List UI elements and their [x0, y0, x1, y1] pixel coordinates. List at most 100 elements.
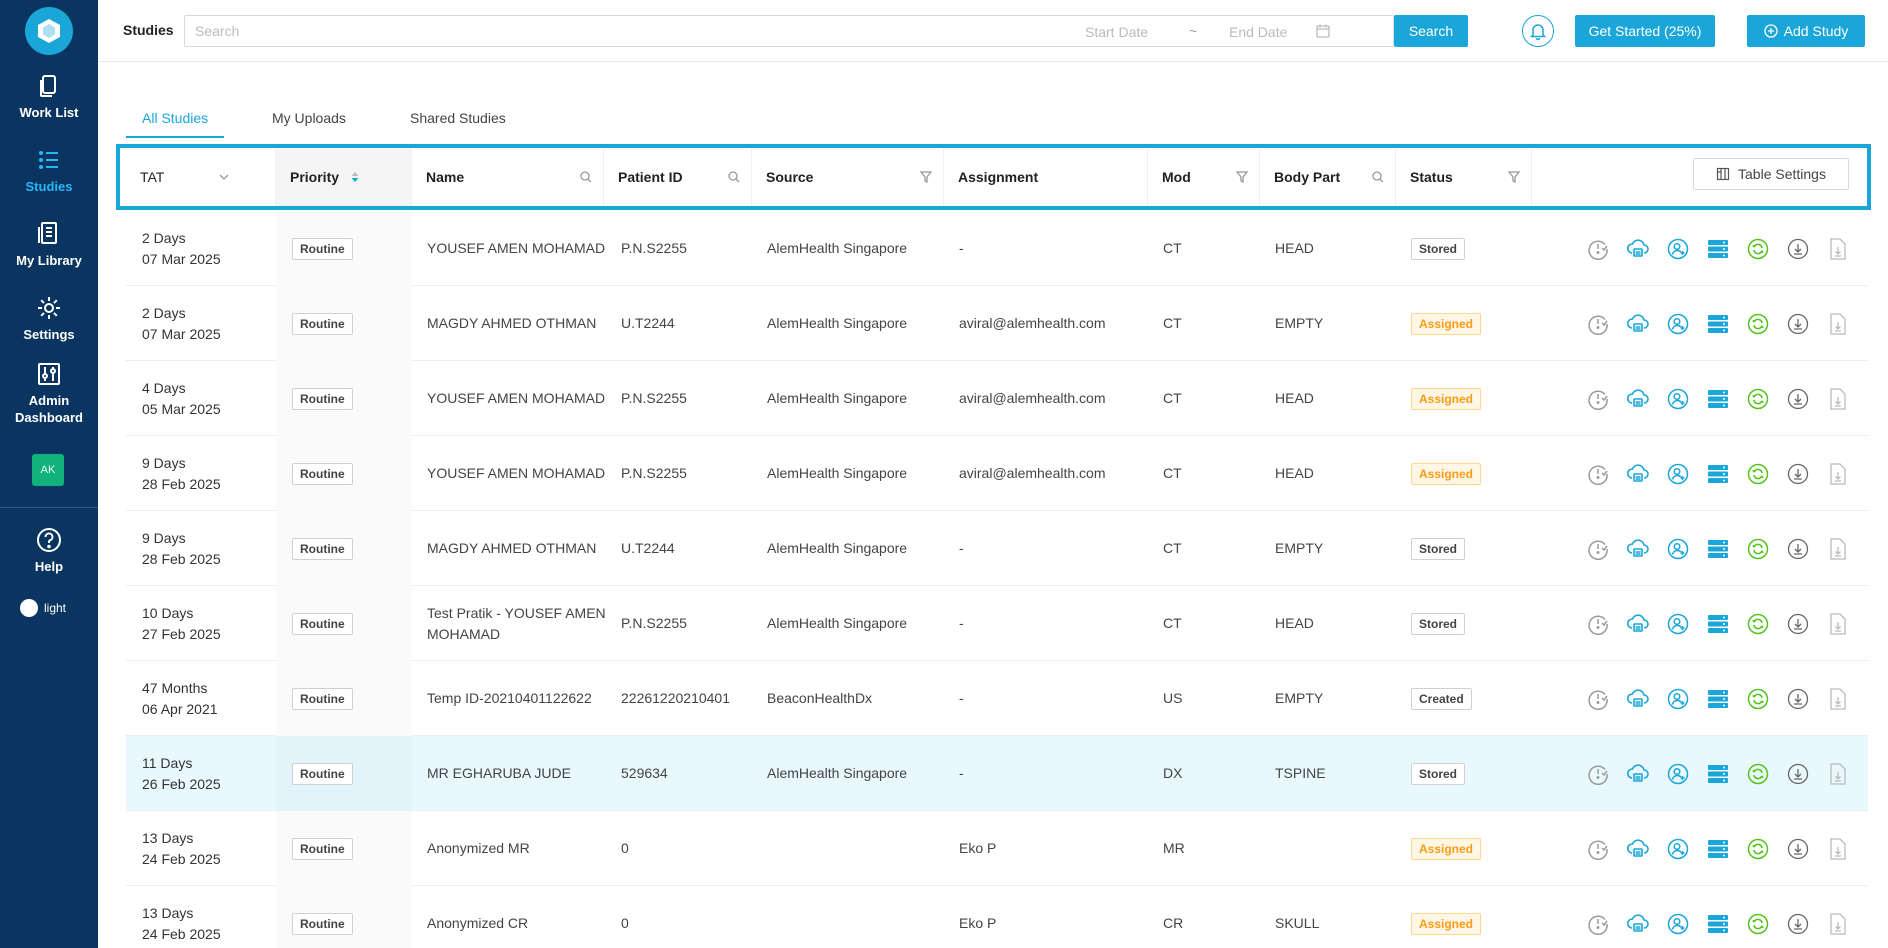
column-mod[interactable]: Mod [1148, 148, 1260, 206]
server-button[interactable] [1706, 612, 1730, 636]
download-button[interactable] [1786, 237, 1810, 261]
tab-shared-studies[interactable]: Shared Studies [394, 100, 522, 136]
name-cell[interactable]: Test Pratik - YOUSEF AMEN MOHAMAD [427, 586, 607, 661]
server-button[interactable] [1706, 762, 1730, 786]
download-button[interactable] [1786, 462, 1810, 486]
name-cell[interactable]: MR EGHARUBA JUDE [427, 736, 607, 811]
download-button[interactable] [1786, 312, 1810, 336]
refresh-button[interactable] [1746, 237, 1770, 261]
download-button[interactable] [1786, 687, 1810, 711]
history-button[interactable] [1586, 312, 1610, 336]
cloud-upload-button[interactable] [1626, 612, 1650, 636]
table-row[interactable]: 4 Days 05 Mar 2025 Routine YOUSEF AMEN M… [126, 361, 1868, 436]
table-settings-button[interactable]: Table Settings [1693, 158, 1849, 190]
assign-user-button[interactable] [1666, 537, 1690, 561]
end-date-input[interactable]: End Date [1229, 24, 1287, 40]
history-button[interactable] [1586, 837, 1610, 861]
file-download-button[interactable] [1826, 612, 1850, 636]
add-study-button[interactable]: Add Study [1747, 15, 1865, 47]
sidebar-item-my-library[interactable]: My Library [0, 220, 98, 269]
file-download-button[interactable] [1826, 237, 1850, 261]
assign-user-button[interactable] [1666, 837, 1690, 861]
server-button[interactable] [1706, 912, 1730, 936]
refresh-button[interactable] [1746, 387, 1770, 411]
file-download-button[interactable] [1826, 537, 1850, 561]
column-name[interactable]: Name [412, 148, 604, 206]
file-download-button[interactable] [1826, 912, 1850, 936]
refresh-button[interactable] [1746, 462, 1770, 486]
cloud-upload-button[interactable] [1626, 462, 1650, 486]
assign-user-button[interactable] [1666, 462, 1690, 486]
history-button[interactable] [1586, 687, 1610, 711]
server-button[interactable] [1706, 537, 1730, 561]
get-started-button[interactable]: Get Started (25%) [1575, 15, 1715, 47]
column-source[interactable]: Source [752, 148, 944, 206]
name-cell[interactable]: YOUSEF AMEN MOHAMAD [427, 211, 607, 286]
history-button[interactable] [1586, 462, 1610, 486]
name-cell[interactable]: Anonymized MR [427, 811, 607, 886]
table-row[interactable]: 9 Days 28 Feb 2025 Routine MAGDY AHMED O… [126, 511, 1868, 586]
logo[interactable] [25, 7, 73, 55]
column-assignment[interactable]: Assignment [944, 148, 1148, 206]
sidebar-item-settings[interactable]: Settings [0, 294, 98, 343]
assign-user-button[interactable] [1666, 387, 1690, 411]
cloud-upload-button[interactable] [1626, 762, 1650, 786]
search-input[interactable] [185, 16, 1045, 46]
tab-my-uploads[interactable]: My Uploads [256, 100, 362, 136]
history-button[interactable] [1586, 612, 1610, 636]
refresh-button[interactable] [1746, 912, 1770, 936]
table-row[interactable]: 10 Days 27 Feb 2025 Routine Test Pratik … [126, 586, 1868, 661]
assign-user-button[interactable] [1666, 687, 1690, 711]
download-button[interactable] [1786, 537, 1810, 561]
refresh-button[interactable] [1746, 612, 1770, 636]
file-download-button[interactable] [1826, 312, 1850, 336]
server-button[interactable] [1706, 237, 1730, 261]
download-button[interactable] [1786, 762, 1810, 786]
cloud-upload-button[interactable] [1626, 387, 1650, 411]
history-button[interactable] [1586, 912, 1610, 936]
column-patient-id[interactable]: Patient ID [604, 148, 752, 206]
filter-icon[interactable] [919, 170, 933, 184]
name-cell[interactable]: MAGDY AHMED OTHMAN [427, 511, 607, 586]
table-row[interactable]: 11 Days 26 Feb 2025 Routine MR EGHARUBA … [126, 736, 1868, 811]
refresh-button[interactable] [1746, 537, 1770, 561]
sidebar-item-studies[interactable]: Studies [0, 146, 98, 195]
file-download-button[interactable] [1826, 687, 1850, 711]
cloud-upload-button[interactable] [1626, 237, 1650, 261]
cloud-upload-button[interactable] [1626, 687, 1650, 711]
filter-icon[interactable] [1507, 170, 1521, 184]
download-button[interactable] [1786, 387, 1810, 411]
download-button[interactable] [1786, 612, 1810, 636]
table-row[interactable]: 2 Days 07 Mar 2025 Routine YOUSEF AMEN M… [126, 211, 1868, 286]
name-cell[interactable]: Temp ID-20210401122622 [427, 661, 607, 736]
name-cell[interactable]: YOUSEF AMEN MOHAMAD [427, 361, 607, 436]
history-button[interactable] [1586, 537, 1610, 561]
search-icon[interactable] [1371, 170, 1385, 184]
file-download-button[interactable] [1826, 837, 1850, 861]
column-priority[interactable]: Priority [276, 148, 412, 206]
column-status[interactable]: Status [1396, 148, 1532, 206]
server-button[interactable] [1706, 312, 1730, 336]
tab-all-studies[interactable]: All Studies [126, 100, 225, 138]
assign-user-button[interactable] [1666, 912, 1690, 936]
refresh-button[interactable] [1746, 687, 1770, 711]
file-download-button[interactable] [1826, 762, 1850, 786]
sidebar-item-admin-dashboard[interactable]: Admin Dashboard [0, 360, 98, 426]
cloud-upload-button[interactable] [1626, 912, 1650, 936]
server-button[interactable] [1706, 387, 1730, 411]
download-button[interactable] [1786, 837, 1810, 861]
cloud-upload-button[interactable] [1626, 837, 1650, 861]
server-button[interactable] [1706, 687, 1730, 711]
name-cell[interactable]: Anonymized CR [427, 886, 607, 948]
search-icon[interactable] [579, 170, 593, 184]
refresh-button[interactable] [1746, 312, 1770, 336]
column-body-part[interactable]: Body Part [1260, 148, 1396, 206]
sidebar-item-help[interactable]: Help [0, 526, 98, 575]
history-button[interactable] [1586, 387, 1610, 411]
name-cell[interactable]: MAGDY AHMED OTHMAN [427, 286, 607, 361]
filter-icon[interactable] [1235, 170, 1249, 184]
chevron-down-icon[interactable] [217, 170, 231, 184]
sort-icon[interactable] [348, 170, 362, 184]
column-tat[interactable]: TAT [126, 148, 276, 206]
file-download-button[interactable] [1826, 387, 1850, 411]
